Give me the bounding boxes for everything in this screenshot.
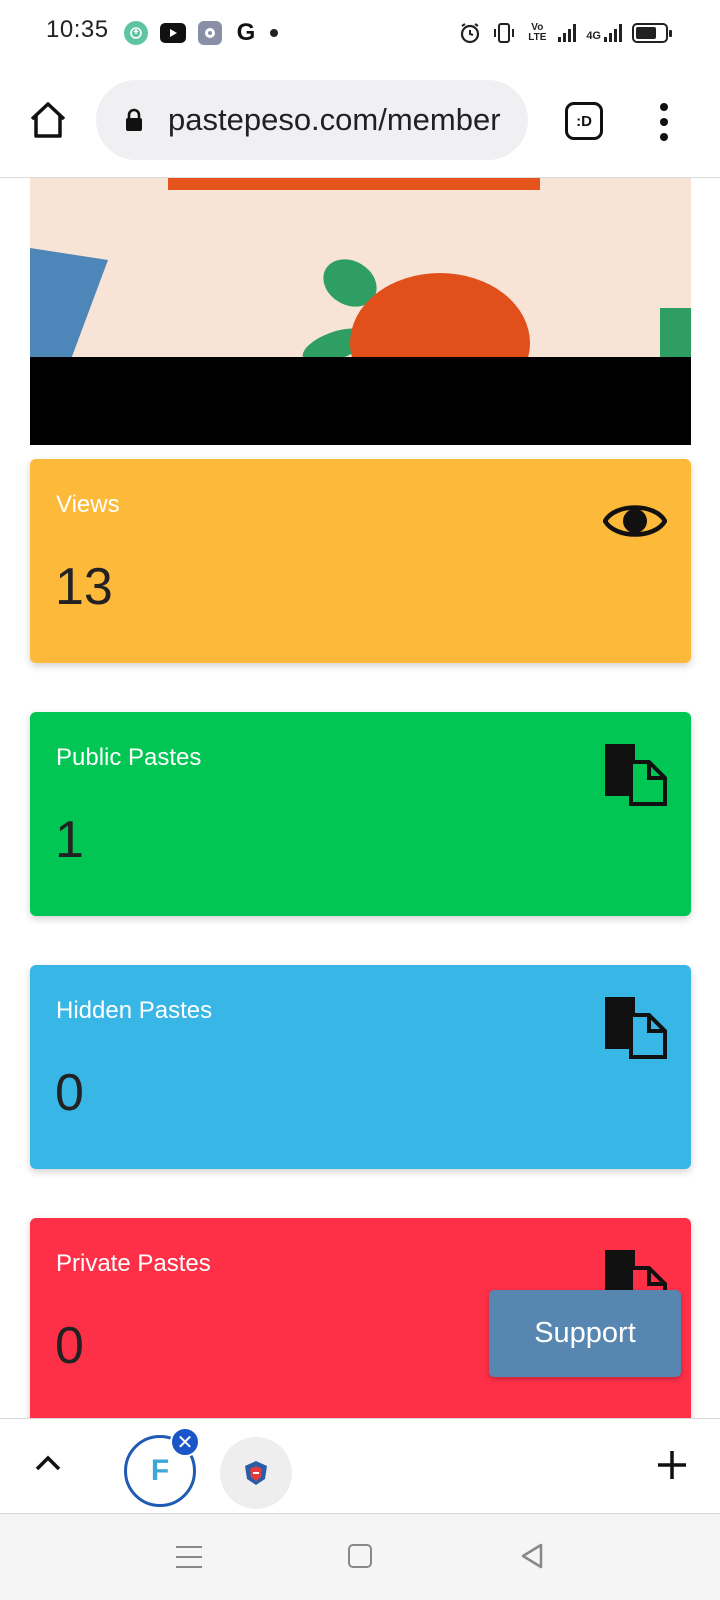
status-bar: 10:35 G Vo LTE 4G <box>0 0 720 64</box>
settings-app-icon <box>198 21 222 45</box>
banner-black-strip <box>30 357 691 445</box>
recents-menu-icon[interactable] <box>176 1546 202 1568</box>
green-app-icon <box>124 21 148 45</box>
stat-label: Public Pastes <box>56 744 202 771</box>
stat-label: Hidden Pastes <box>56 997 213 1024</box>
signal-icon <box>558 24 577 42</box>
stat-card-public-pastes: Public Pastes 1 <box>30 712 691 916</box>
stat-value: 0 <box>55 1317 84 1375</box>
system-navigation-bar <box>0 1514 720 1600</box>
stat-value: 13 <box>55 558 113 616</box>
tab-switcher-button[interactable]: :D <box>565 102 603 140</box>
notification-icons: G <box>124 19 278 46</box>
nav-home-icon[interactable] <box>348 1544 372 1568</box>
stat-card-views: Views 13 <box>30 459 691 663</box>
youtube-icon <box>160 23 186 43</box>
stat-value: 1 <box>55 811 84 869</box>
lock-icon[interactable] <box>124 108 144 132</box>
close-tab-icon[interactable]: ✕ <box>170 1427 200 1457</box>
overflow-menu-icon[interactable] <box>650 100 678 144</box>
tab-group-strip: F ✕ <box>0 1418 720 1514</box>
system-icons: Vo LTE 4G <box>458 20 672 46</box>
stat-card-hidden-pastes: Hidden Pastes 0 <box>30 965 691 1169</box>
battery-icon <box>632 23 672 43</box>
pastes-icon <box>605 744 667 806</box>
promo-banner-image <box>30 178 691 445</box>
home-icon[interactable] <box>26 98 70 142</box>
nav-back-icon[interactable] <box>520 1542 544 1570</box>
volte-icon: Vo LTE <box>528 22 547 43</box>
alarm-icon <box>461 23 480 44</box>
stat-value: 0 <box>55 1064 84 1122</box>
vibrate-icon <box>494 23 515 43</box>
tab-favicon-shield[interactable] <box>220 1437 292 1509</box>
shield-icon <box>245 1461 267 1485</box>
more-dot-icon <box>270 29 278 37</box>
url-text[interactable]: pastepeso.com/member <box>168 102 508 138</box>
eye-icon <box>603 505 667 537</box>
status-time: 10:35 <box>46 16 109 43</box>
stat-label: Private Pastes <box>56 1250 211 1277</box>
plus-icon[interactable] <box>656 1449 688 1481</box>
stat-label: Views <box>56 491 120 518</box>
google-icon: G <box>236 19 256 46</box>
address-bar[interactable]: pastepeso.com/member <box>96 80 528 160</box>
chevron-up-icon[interactable] <box>34 1453 62 1473</box>
4g-signal-icon: 4G <box>586 24 622 42</box>
support-button[interactable]: Support <box>489 1290 681 1377</box>
pastes-icon <box>605 997 667 1059</box>
browser-toolbar: pastepeso.com/member :D <box>0 64 720 178</box>
